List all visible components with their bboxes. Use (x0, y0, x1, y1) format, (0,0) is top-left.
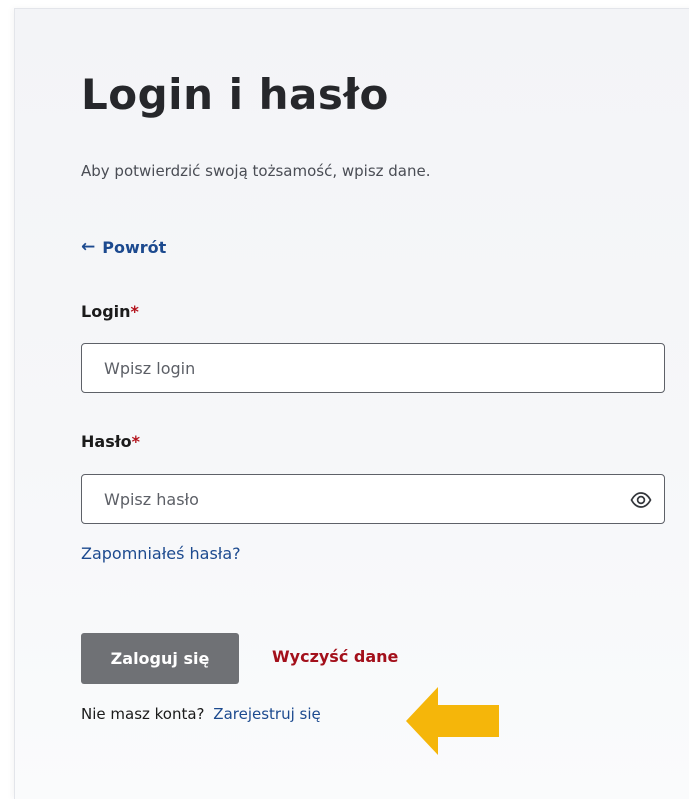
password-input-container (81, 474, 665, 524)
clear-data-button[interactable]: Wyczyść dane (272, 647, 398, 666)
password-label-text: Hasło (81, 432, 132, 451)
login-input-container (81, 343, 665, 393)
forgot-password-link[interactable]: Zapomniałeś hasła? (81, 544, 241, 563)
password-required-mark: * (131, 432, 141, 451)
login-required-mark: * (130, 302, 139, 321)
back-link[interactable]: ← Powrót (81, 238, 166, 257)
login-button[interactable]: Zaloguj się (81, 633, 239, 684)
eye-icon (630, 492, 652, 508)
login-input[interactable] (82, 344, 664, 392)
register-row: Nie masz konta? Zarejestruj się (81, 705, 321, 723)
pointer-arrow-icon (406, 687, 499, 755)
page-title: Login i hasło (81, 70, 389, 119)
register-link[interactable]: Zarejestruj się (213, 705, 320, 723)
login-label-text: Login (81, 302, 131, 321)
register-prompt: Nie masz konta? (81, 705, 205, 723)
login-label: Login* (81, 302, 139, 321)
arrow-left-icon: ← (81, 237, 96, 257)
password-input[interactable] (82, 475, 664, 523)
password-label: Hasło* (81, 432, 140, 451)
show-password-toggle[interactable] (628, 488, 654, 512)
back-link-label: Powrót (102, 238, 167, 257)
page-subtitle: Aby potwierdzić swoją tożsamość, wpisz d… (81, 162, 431, 180)
